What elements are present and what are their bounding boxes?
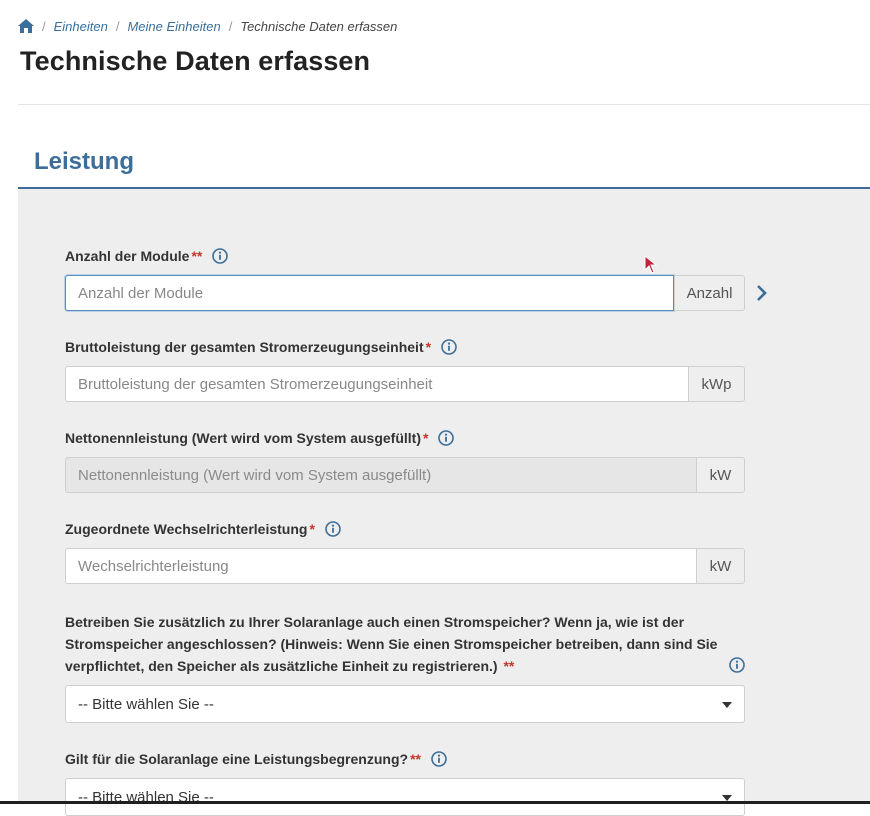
leistungsbegrenzung-label: Gilt für die Solaranlage eine Leistungsb… [65, 751, 447, 767]
brutto-label-text: Bruttoleistung der gesamten Stromerzeugu… [65, 339, 424, 355]
module-count-label: Anzahl der Module ** [65, 248, 229, 264]
breadcrumb-current: Technische Daten erfassen [240, 18, 398, 34]
breadcrumb-separator: / [115, 18, 120, 34]
brutto-input[interactable] [65, 366, 688, 402]
home-icon[interactable] [18, 19, 34, 33]
wechselrichter-label: Zugeordnete Wechselrichterleistung * [65, 521, 341, 537]
header-divider [18, 104, 870, 105]
netto-unit: kW [696, 457, 745, 493]
info-icon[interactable] [431, 751, 447, 767]
info-icon[interactable] [441, 339, 457, 355]
breadcrumb-separator: / [42, 18, 46, 34]
breadcrumb-link-meine-einheiten[interactable]: Meine Einheiten [127, 19, 220, 34]
info-icon[interactable] [438, 430, 455, 446]
netto-group: kW [65, 457, 745, 493]
wechselrichter-group: kW [65, 548, 745, 584]
breadcrumb: / Einheiten / Meine Einheiten / Technisc… [18, 16, 397, 36]
module-count-label-text: Anzahl der Module [65, 248, 190, 264]
brutto-unit: kWp [688, 366, 745, 402]
stromspeicher-label-text: Betreiben Sie zusätzlich zu Ihrer Solara… [65, 614, 718, 674]
breadcrumb-link-einheiten[interactable]: Einheiten [54, 19, 108, 34]
netto-input [65, 457, 696, 493]
leistungsbegrenzung-label-text: Gilt für die Solaranlage eine Leistungsb… [65, 751, 409, 767]
leistungsbegrenzung-select[interactable]: -- Bitte wählen Sie -- [65, 778, 745, 816]
module-count-unit: Anzahl [674, 275, 745, 311]
stromspeicher-label: Betreiben Sie zusätzlich zu Ihrer Solara… [65, 611, 745, 677]
chevron-right-icon[interactable] [754, 283, 770, 303]
brutto-group: kWp [65, 366, 745, 402]
brutto-label: Bruttoleistung der gesamten Stromerzeugu… [65, 339, 457, 355]
section-title-leistung: Leistung [34, 148, 134, 175]
wechselrichter-input[interactable] [65, 548, 696, 584]
required-mark: * [309, 521, 315, 537]
wechselrichter-label-text: Zugeordnete Wechselrichterleistung [65, 521, 308, 537]
breadcrumb-separator: / [228, 18, 233, 34]
page-title: Technische Daten erfassen [20, 46, 371, 76]
required-mark: ** [191, 248, 203, 264]
mouse-cursor-icon [644, 255, 658, 274]
caret-down-icon [722, 702, 732, 708]
module-count-group: Anzahl [65, 275, 745, 311]
stromspeicher-select[interactable]: -- Bitte wählen Sie -- [65, 685, 745, 723]
netto-label-text: Nettonennleistung (Wert wird vom System … [65, 430, 422, 446]
required-mark: ** [410, 751, 421, 767]
required-mark: * [425, 339, 432, 355]
required-mark: * [423, 430, 429, 446]
netto-label: Nettonennleistung (Wert wird vom System … [65, 430, 455, 446]
info-icon[interactable] [729, 657, 745, 673]
stromspeicher-select-value: -- Bitte wählen Sie -- [78, 695, 214, 713]
info-icon[interactable] [325, 521, 341, 537]
info-icon[interactable] [212, 248, 229, 264]
required-mark: ** [503, 658, 515, 674]
module-count-input[interactable] [65, 275, 674, 311]
wechselrichter-unit: kW [696, 548, 745, 584]
